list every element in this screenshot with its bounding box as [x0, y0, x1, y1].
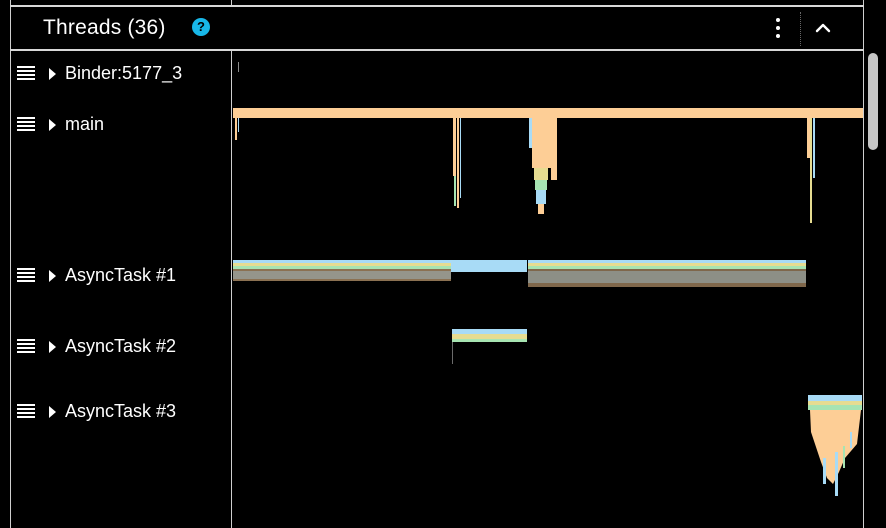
header-top-divider: [10, 5, 864, 7]
thread-label: AsyncTask #1: [65, 265, 177, 285]
toolbar-separator: [800, 12, 802, 46]
thread-label: Binder:5177_3: [65, 63, 183, 83]
thread-row-asynctask-3[interactable]: AsyncTask #3: [11, 400, 231, 424]
track-asynctask-1[interactable]: [233, 256, 863, 298]
chevron-up-icon[interactable]: [811, 16, 835, 40]
thread-row-asynctask-2[interactable]: AsyncTask #2: [11, 335, 231, 359]
vertical-scrollbar[interactable]: [868, 53, 878, 150]
thread-row-binder[interactable]: Binder:5177_3: [11, 62, 231, 86]
expand-triangle-icon[interactable]: [49, 270, 56, 282]
thread-row-asynctask-1[interactable]: AsyncTask #1: [11, 264, 231, 288]
drag-handle-icon[interactable]: [17, 339, 35, 354]
threads-panel: Threads (36) ? Binder:5177_3 main AsyncT…: [0, 0, 886, 528]
thread-row-main[interactable]: main: [11, 113, 231, 137]
threads-header: Threads (36) ?: [11, 8, 863, 49]
drag-handle-icon[interactable]: [17, 66, 35, 81]
expand-triangle-icon[interactable]: [49, 68, 56, 80]
threads-title: Threads (36): [43, 16, 166, 39]
expand-triangle-icon[interactable]: [49, 406, 56, 418]
track-main[interactable]: [233, 106, 863, 230]
thread-label: AsyncTask #3: [65, 401, 177, 421]
expand-triangle-icon[interactable]: [49, 341, 56, 353]
thread-label: AsyncTask #2: [65, 336, 177, 356]
track-asynctask-2[interactable]: [233, 327, 863, 371]
header-bottom-divider: [10, 49, 864, 51]
expand-triangle-icon[interactable]: [49, 119, 56, 131]
drag-handle-icon[interactable]: [17, 268, 35, 283]
help-icon[interactable]: ?: [192, 18, 210, 36]
drag-handle-icon[interactable]: [17, 404, 35, 419]
label-track-divider[interactable]: [231, 51, 232, 528]
track-binder[interactable]: [233, 55, 863, 85]
drag-handle-icon[interactable]: [17, 117, 35, 132]
thread-label: main: [65, 114, 105, 134]
panel-right-border: [863, 0, 864, 528]
vertical-ellipsis-icon[interactable]: [771, 17, 785, 39]
track-asynctask-3[interactable]: [233, 392, 863, 502]
